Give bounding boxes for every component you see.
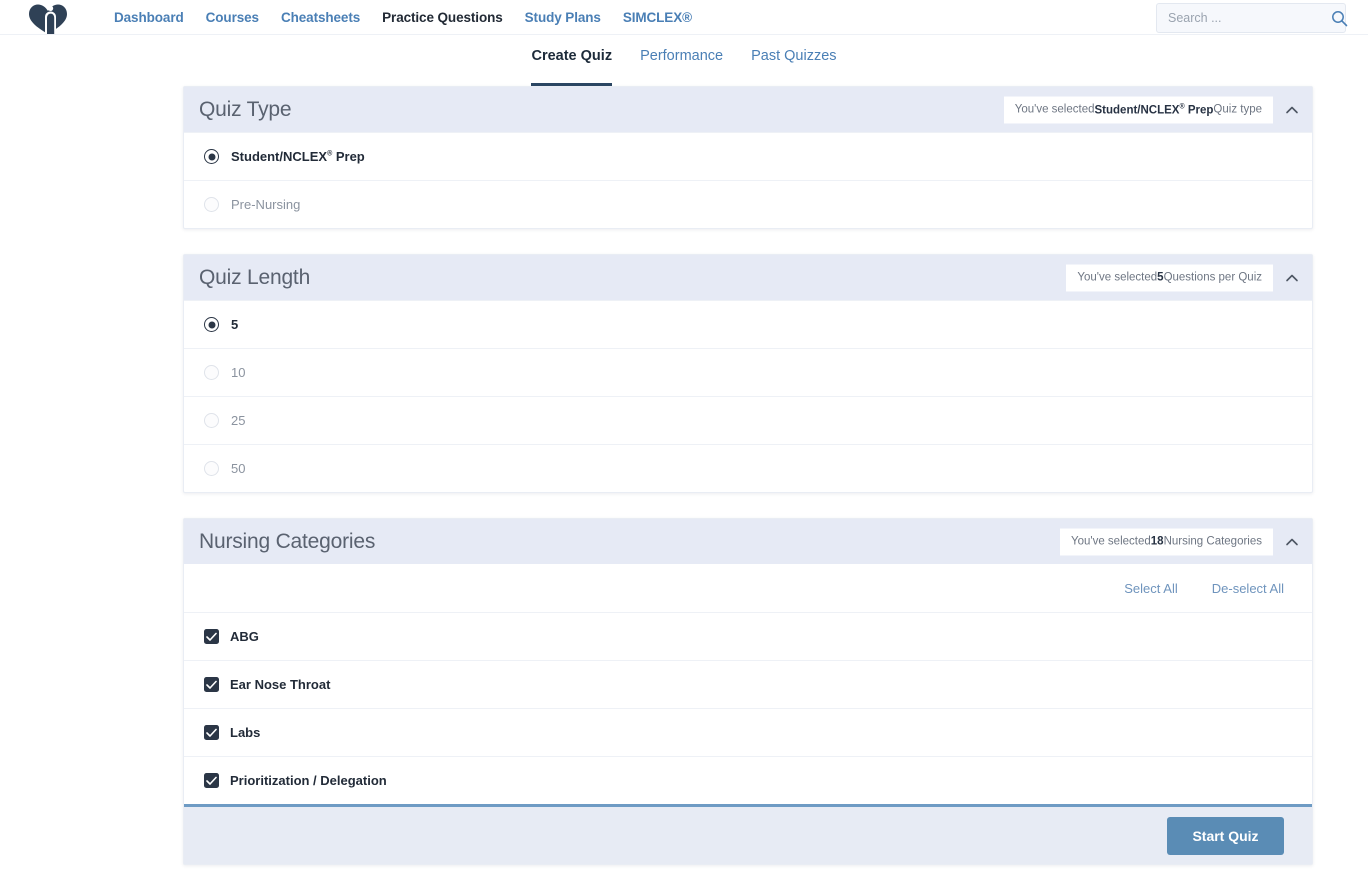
nav-link-study-plans[interactable]: Study Plans [525, 10, 601, 25]
checkbox-checked-icon[interactable] [204, 629, 219, 644]
search-icon[interactable] [1331, 10, 1348, 27]
quiz-length-option-label: 10 [231, 365, 246, 380]
nav-links: Dashboard Courses Cheatsheets Practice Q… [114, 10, 692, 25]
quiz-type-option-label: Student/NCLEX® Prep [231, 149, 365, 164]
select-all-link[interactable]: Select All [1124, 581, 1177, 596]
chevron-up-icon[interactable] [1285, 273, 1299, 283]
nav-link-cheatsheets[interactable]: Cheatsheets [281, 10, 360, 25]
quiz-type-option-pre-nursing[interactable]: Pre-Nursing [184, 180, 1312, 228]
pill-value: 18 [1150, 535, 1164, 548]
nav-link-simclex[interactable]: SIMCLEX® [623, 10, 692, 25]
nav-link-dashboard[interactable]: Dashboard [114, 10, 184, 25]
quiz-type-card: Quiz Type You've selected Student/NCLEX®… [183, 86, 1313, 229]
quiz-type-option-student-nclex-prep[interactable]: Student/NCLEX® Prep [184, 132, 1312, 180]
quiz-length-option-label: 25 [231, 413, 246, 428]
quiz-builder: Quiz Type You've selected Student/NCLEX®… [0, 86, 1368, 865]
pill-suffix: Quiz type [1213, 103, 1262, 116]
tab-create-quiz[interactable]: Create Quiz [531, 48, 612, 86]
pill-suffix: Questions per Quiz [1163, 271, 1262, 284]
quiz-length-option-50[interactable]: 50 [184, 444, 1312, 492]
nursing-categories-title: Nursing Categories [199, 529, 376, 553]
quiz-tabs: Create Quiz Performance Past Quizzes [0, 35, 1368, 86]
radio-selected-icon[interactable] [204, 149, 219, 164]
radio-unselected-icon[interactable] [204, 413, 219, 428]
checkbox-checked-icon[interactable] [204, 725, 219, 740]
quiz-footer-bar: Start Quiz [184, 804, 1312, 864]
quiz-length-selection-badge[interactable]: You've selected 5 Questions per Quiz [1066, 264, 1273, 291]
checkbox-checked-icon[interactable] [204, 677, 219, 692]
nav-link-practice-questions[interactable]: Practice Questions [382, 10, 503, 25]
nursing-categories-card: Nursing Categories You've selected 18 Nu… [183, 518, 1313, 865]
quiz-type-header: Quiz Type You've selected Student/NCLEX®… [184, 87, 1312, 132]
quiz-length-option-5[interactable]: 5 [184, 300, 1312, 348]
category-label: Prioritization / Delegation [230, 773, 387, 788]
quiz-type-title: Quiz Type [199, 97, 292, 121]
pill-value: Student/NCLEX® Prep [1094, 103, 1214, 116]
quiz-length-header: Quiz Length You've selected 5 Questions … [184, 255, 1312, 300]
site-logo[interactable] [26, 1, 72, 35]
category-row-prioritization-delegation[interactable]: Prioritization / Delegation [184, 756, 1312, 804]
tab-past-quizzes[interactable]: Past Quizzes [751, 48, 836, 86]
search-input[interactable] [1166, 10, 1331, 26]
category-row-labs[interactable]: Labs [184, 708, 1312, 756]
quiz-length-option-25[interactable]: 25 [184, 396, 1312, 444]
pill-suffix: Nursing Categories [1163, 535, 1262, 548]
category-label: ABG [230, 629, 259, 644]
pill-prefix: You've selected [1070, 535, 1151, 548]
quiz-type-option-label: Pre-Nursing [231, 197, 301, 212]
deselect-all-link[interactable]: De-select All [1212, 581, 1284, 596]
top-navigation-bar: Dashboard Courses Cheatsheets Practice Q… [0, 0, 1368, 35]
quiz-length-title: Quiz Length [199, 265, 311, 289]
radio-unselected-icon[interactable] [204, 461, 219, 476]
search-box[interactable] [1156, 3, 1348, 33]
chevron-up-icon[interactable] [1285, 537, 1299, 547]
category-row-ear-nose-throat[interactable]: Ear Nose Throat [184, 660, 1312, 708]
quiz-length-option-10[interactable]: 10 [184, 348, 1312, 396]
pill-prefix: You've selected [1014, 103, 1095, 116]
category-label: Ear Nose Throat [230, 677, 331, 692]
quiz-length-option-label: 5 [231, 317, 239, 332]
chevron-up-icon[interactable] [1285, 105, 1299, 115]
quiz-length-card: Quiz Length You've selected 5 Questions … [183, 254, 1313, 493]
checkbox-checked-icon[interactable] [204, 773, 219, 788]
nav-link-courses[interactable]: Courses [206, 10, 259, 25]
category-label: Labs [230, 725, 261, 740]
nursing-categories-selection-badge[interactable]: You've selected 18 Nursing Categories [1059, 528, 1273, 555]
tab-performance[interactable]: Performance [640, 48, 723, 86]
nurse-heart-logo-icon [29, 4, 67, 34]
radio-unselected-icon[interactable] [204, 365, 219, 380]
radio-selected-icon[interactable] [204, 317, 219, 332]
category-row-abg[interactable]: ABG [184, 612, 1312, 660]
quiz-length-option-label: 50 [231, 461, 246, 476]
pill-prefix: You've selected [1077, 271, 1158, 284]
category-bulk-actions: Select All De-select All [184, 564, 1312, 612]
radio-unselected-icon[interactable] [204, 197, 219, 212]
start-quiz-button[interactable]: Start Quiz [1167, 816, 1284, 855]
quiz-type-selection-badge[interactable]: You've selected Student/NCLEX® Prep Quiz… [1003, 96, 1273, 123]
nursing-categories-header: Nursing Categories You've selected 18 Nu… [184, 519, 1312, 564]
